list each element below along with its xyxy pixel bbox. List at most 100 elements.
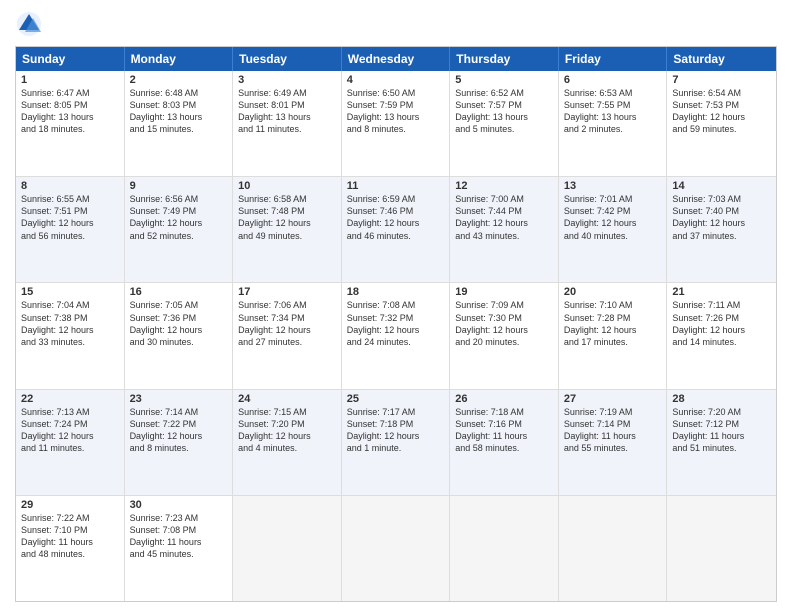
cell-line: Daylight: 12 hours [238,430,336,442]
calendar-cell: 15Sunrise: 7:04 AMSunset: 7:38 PMDayligh… [16,283,125,388]
calendar-header-cell: Wednesday [342,47,451,71]
cell-line: Sunset: 7:24 PM [21,418,119,430]
day-number: 5 [455,74,553,86]
cell-line: Daylight: 12 hours [238,217,336,229]
calendar-cell: 25Sunrise: 7:17 AMSunset: 7:18 PMDayligh… [342,390,451,495]
day-number: 4 [347,74,445,86]
cell-line: Daylight: 11 hours [21,536,119,548]
cell-line: Sunset: 7:46 PM [347,205,445,217]
day-number: 30 [130,499,228,511]
cell-line: Sunrise: 6:54 AM [672,87,771,99]
day-number: 9 [130,180,228,192]
cell-line: Sunrise: 6:56 AM [130,193,228,205]
calendar-header-cell: Thursday [450,47,559,71]
calendar-header-row: SundayMondayTuesdayWednesdayThursdayFrid… [16,47,776,71]
cell-line: Daylight: 11 hours [455,430,553,442]
cell-line: Sunrise: 7:18 AM [455,406,553,418]
cell-line: and 24 minutes. [347,336,445,348]
cell-line: Sunset: 7:55 PM [564,99,662,111]
calendar-cell: 2Sunrise: 6:48 AMSunset: 8:03 PMDaylight… [125,71,234,176]
cell-line: Sunrise: 7:05 AM [130,299,228,311]
calendar-cell [559,496,668,601]
cell-line: and 27 minutes. [238,336,336,348]
cell-line: Sunset: 7:10 PM [21,524,119,536]
calendar-cell: 10Sunrise: 6:58 AMSunset: 7:48 PMDayligh… [233,177,342,282]
calendar: SundayMondayTuesdayWednesdayThursdayFrid… [15,46,777,602]
cell-line: Daylight: 12 hours [672,324,771,336]
day-number: 14 [672,180,771,192]
calendar-cell: 26Sunrise: 7:18 AMSunset: 7:16 PMDayligh… [450,390,559,495]
cell-line: Sunrise: 7:13 AM [21,406,119,418]
day-number: 20 [564,286,662,298]
cell-line: and 18 minutes. [21,123,119,135]
cell-line: and 15 minutes. [130,123,228,135]
day-number: 11 [347,180,445,192]
calendar-row: 8Sunrise: 6:55 AMSunset: 7:51 PMDaylight… [16,177,776,283]
calendar-header-cell: Sunday [16,47,125,71]
calendar-body: 1Sunrise: 6:47 AMSunset: 8:05 PMDaylight… [16,71,776,601]
day-number: 25 [347,393,445,405]
cell-line: and 14 minutes. [672,336,771,348]
calendar-cell: 28Sunrise: 7:20 AMSunset: 7:12 PMDayligh… [667,390,776,495]
calendar-cell: 1Sunrise: 6:47 AMSunset: 8:05 PMDaylight… [16,71,125,176]
cell-line: Sunset: 8:03 PM [130,99,228,111]
cell-line: Sunset: 7:20 PM [238,418,336,430]
cell-line: Sunrise: 7:09 AM [455,299,553,311]
day-number: 28 [672,393,771,405]
day-number: 12 [455,180,553,192]
cell-line: Daylight: 12 hours [564,217,662,229]
cell-line: Sunrise: 7:20 AM [672,406,771,418]
day-number: 1 [21,74,119,86]
calendar-row: 1Sunrise: 6:47 AMSunset: 8:05 PMDaylight… [16,71,776,177]
day-number: 8 [21,180,119,192]
cell-line: Sunset: 7:30 PM [455,312,553,324]
cell-line: Sunrise: 6:49 AM [238,87,336,99]
cell-line: Sunset: 7:57 PM [455,99,553,111]
cell-line: Sunrise: 7:15 AM [238,406,336,418]
calendar-cell: 21Sunrise: 7:11 AMSunset: 7:26 PMDayligh… [667,283,776,388]
cell-line: Daylight: 12 hours [347,217,445,229]
cell-line: Sunset: 7:32 PM [347,312,445,324]
cell-line: Sunset: 8:05 PM [21,99,119,111]
cell-line: Daylight: 12 hours [130,217,228,229]
calendar-cell: 19Sunrise: 7:09 AMSunset: 7:30 PMDayligh… [450,283,559,388]
cell-line: Sunrise: 7:00 AM [455,193,553,205]
cell-line: Daylight: 12 hours [21,430,119,442]
cell-line: Daylight: 12 hours [672,111,771,123]
day-number: 7 [672,74,771,86]
calendar-cell: 30Sunrise: 7:23 AMSunset: 7:08 PMDayligh… [125,496,234,601]
calendar-cell: 11Sunrise: 6:59 AMSunset: 7:46 PMDayligh… [342,177,451,282]
calendar-row: 22Sunrise: 7:13 AMSunset: 7:24 PMDayligh… [16,390,776,496]
cell-line: Daylight: 11 hours [130,536,228,548]
calendar-cell [450,496,559,601]
day-number: 15 [21,286,119,298]
cell-line: Sunrise: 6:59 AM [347,193,445,205]
cell-line: Sunset: 7:44 PM [455,205,553,217]
cell-line: Sunrise: 7:06 AM [238,299,336,311]
cell-line: Daylight: 12 hours [564,324,662,336]
cell-line: and 8 minutes. [130,442,228,454]
cell-line: and 2 minutes. [564,123,662,135]
calendar-cell: 20Sunrise: 7:10 AMSunset: 7:28 PMDayligh… [559,283,668,388]
day-number: 27 [564,393,662,405]
cell-line: and 51 minutes. [672,442,771,454]
calendar-cell: 12Sunrise: 7:00 AMSunset: 7:44 PMDayligh… [450,177,559,282]
day-number: 26 [455,393,553,405]
cell-line: and 33 minutes. [21,336,119,348]
calendar-cell: 27Sunrise: 7:19 AMSunset: 7:14 PMDayligh… [559,390,668,495]
calendar-cell: 17Sunrise: 7:06 AMSunset: 7:34 PMDayligh… [233,283,342,388]
cell-line: and 11 minutes. [238,123,336,135]
cell-line: Sunset: 7:42 PM [564,205,662,217]
cell-line: and 46 minutes. [347,230,445,242]
day-number: 21 [672,286,771,298]
calendar-header-cell: Saturday [667,47,776,71]
cell-line: and 58 minutes. [455,442,553,454]
cell-line: Sunset: 7:18 PM [347,418,445,430]
logo-icon [15,10,43,38]
cell-line: Sunset: 7:22 PM [130,418,228,430]
cell-line: Sunrise: 7:22 AM [21,512,119,524]
cell-line: and 37 minutes. [672,230,771,242]
cell-line: and 45 minutes. [130,548,228,560]
calendar-cell: 4Sunrise: 6:50 AMSunset: 7:59 PMDaylight… [342,71,451,176]
cell-line: and 43 minutes. [455,230,553,242]
